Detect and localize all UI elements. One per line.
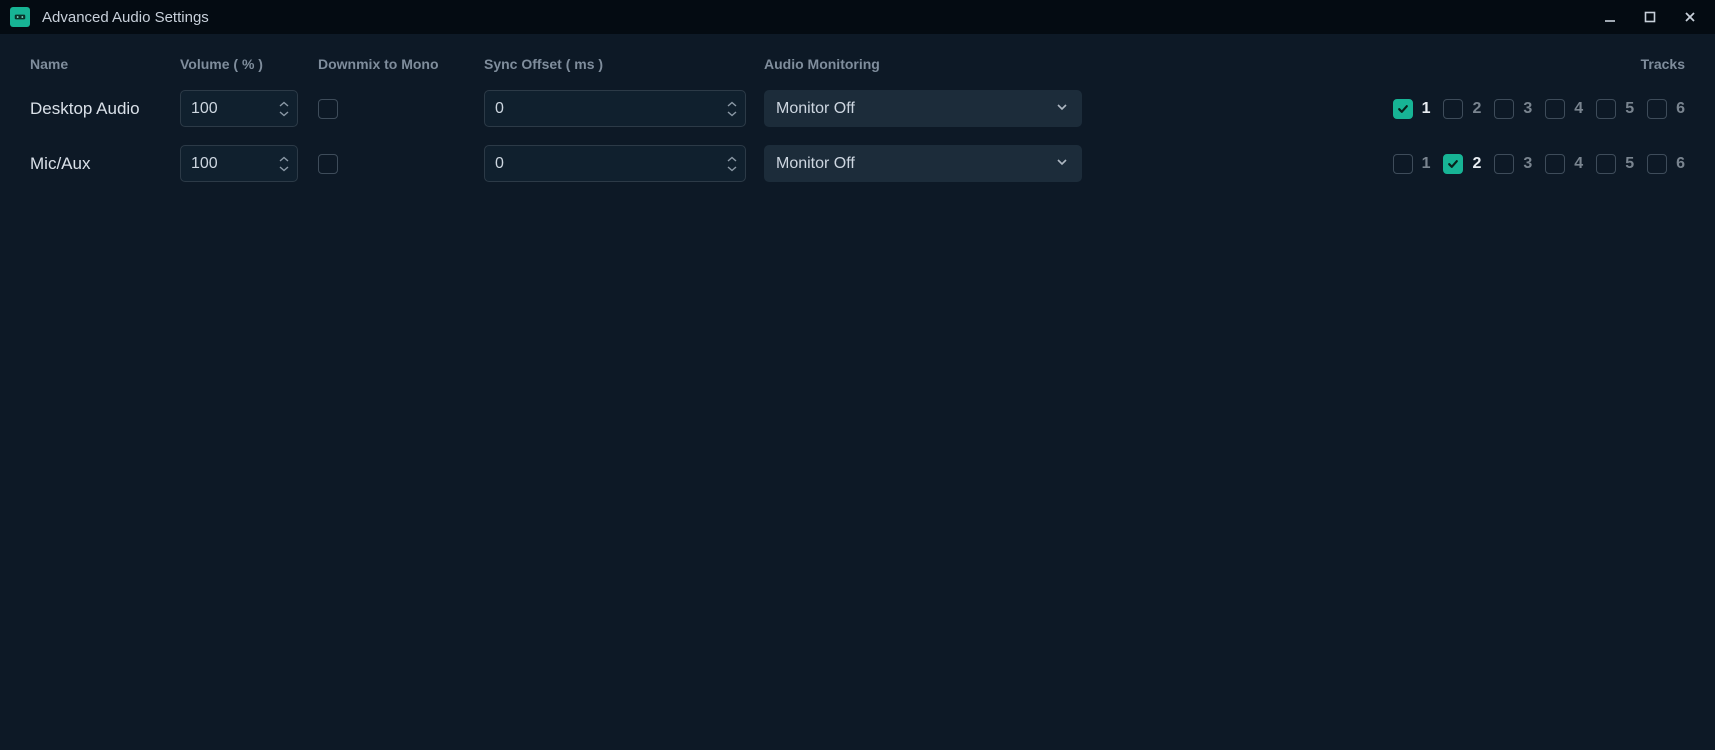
track-5: 5 [1596, 154, 1634, 174]
track-1-label: 1 [1422, 100, 1431, 118]
track-4-label: 4 [1574, 100, 1583, 118]
sync-offset-input[interactable] [484, 145, 746, 182]
volume-spinbox[interactable] [180, 145, 298, 182]
close-button[interactable] [1679, 6, 1701, 28]
col-header-tracks: Tracks [1084, 56, 1685, 72]
col-header-volume: Volume ( % ) [180, 56, 318, 72]
content-area: Name Volume ( % ) Downmix to Mono Sync O… [0, 34, 1715, 182]
audio-monitoring-dropdown[interactable]: Monitor Off [764, 145, 1082, 182]
track-5-label: 5 [1625, 155, 1634, 173]
track-3-label: 3 [1523, 155, 1532, 173]
sync-offset-input[interactable] [484, 90, 746, 127]
downmix-checkbox[interactable] [318, 99, 338, 119]
track-4: 4 [1545, 99, 1583, 119]
track-2-label: 2 [1472, 100, 1481, 118]
volume-spinbox[interactable] [180, 90, 298, 127]
track-6: 6 [1647, 154, 1685, 174]
track-4-checkbox[interactable] [1545, 99, 1565, 119]
tracks-cell: 1 2 3 4 5 6 [1084, 154, 1685, 174]
track-3: 3 [1494, 99, 1532, 119]
track-5: 5 [1596, 99, 1634, 119]
audio-monitoring-value: Monitor Off [776, 155, 855, 173]
track-2-label: 2 [1472, 155, 1481, 173]
track-6-label: 6 [1676, 155, 1685, 173]
window-controls [1599, 6, 1707, 28]
track-5-checkbox[interactable] [1596, 99, 1616, 119]
tracks-cell: 1 2 3 4 5 6 [1084, 99, 1685, 119]
app-icon [10, 7, 30, 27]
col-header-downmix: Downmix to Mono [318, 56, 484, 72]
track-3: 3 [1494, 154, 1532, 174]
track-2: 2 [1443, 154, 1481, 174]
track-1: 1 [1393, 99, 1431, 119]
track-3-label: 3 [1523, 100, 1532, 118]
sync-offset-spinbox[interactable] [484, 90, 746, 127]
window-title: Advanced Audio Settings [42, 9, 209, 26]
track-1: 1 [1393, 154, 1431, 174]
track-3-checkbox[interactable] [1494, 154, 1514, 174]
track-4: 4 [1545, 154, 1583, 174]
spin-arrows[interactable] [276, 90, 292, 127]
track-6-checkbox[interactable] [1647, 99, 1667, 119]
track-6: 6 [1647, 99, 1685, 119]
audio-monitoring-value: Monitor Off [776, 100, 855, 118]
track-4-label: 4 [1574, 155, 1583, 173]
col-header-name: Name [30, 56, 180, 72]
audio-sources-table: Name Volume ( % ) Downmix to Mono Sync O… [30, 56, 1685, 182]
minimize-button[interactable] [1599, 6, 1621, 28]
track-2-checkbox[interactable] [1443, 154, 1463, 174]
track-3-checkbox[interactable] [1494, 99, 1514, 119]
source-name: Desktop Audio [30, 99, 180, 119]
track-6-checkbox[interactable] [1647, 154, 1667, 174]
audio-monitoring-dropdown[interactable]: Monitor Off [764, 90, 1082, 127]
spin-arrows[interactable] [276, 145, 292, 182]
track-1-label: 1 [1422, 155, 1431, 173]
maximize-button[interactable] [1639, 6, 1661, 28]
col-header-sync: Sync Offset ( ms ) [484, 56, 764, 72]
track-4-checkbox[interactable] [1545, 154, 1565, 174]
track-1-checkbox[interactable] [1393, 99, 1413, 119]
titlebar: Advanced Audio Settings [0, 0, 1715, 34]
track-6-label: 6 [1676, 100, 1685, 118]
spin-arrows[interactable] [724, 145, 740, 182]
track-1-checkbox[interactable] [1393, 154, 1413, 174]
spin-arrows[interactable] [724, 90, 740, 127]
downmix-checkbox[interactable] [318, 154, 338, 174]
track-5-label: 5 [1625, 100, 1634, 118]
track-2: 2 [1443, 99, 1481, 119]
sync-offset-spinbox[interactable] [484, 145, 746, 182]
col-header-monitoring: Audio Monitoring [764, 56, 1084, 72]
track-5-checkbox[interactable] [1596, 154, 1616, 174]
track-2-checkbox[interactable] [1443, 99, 1463, 119]
chevron-down-icon [1056, 100, 1068, 118]
chevron-down-icon [1056, 155, 1068, 173]
source-name: Mic/Aux [30, 154, 180, 174]
